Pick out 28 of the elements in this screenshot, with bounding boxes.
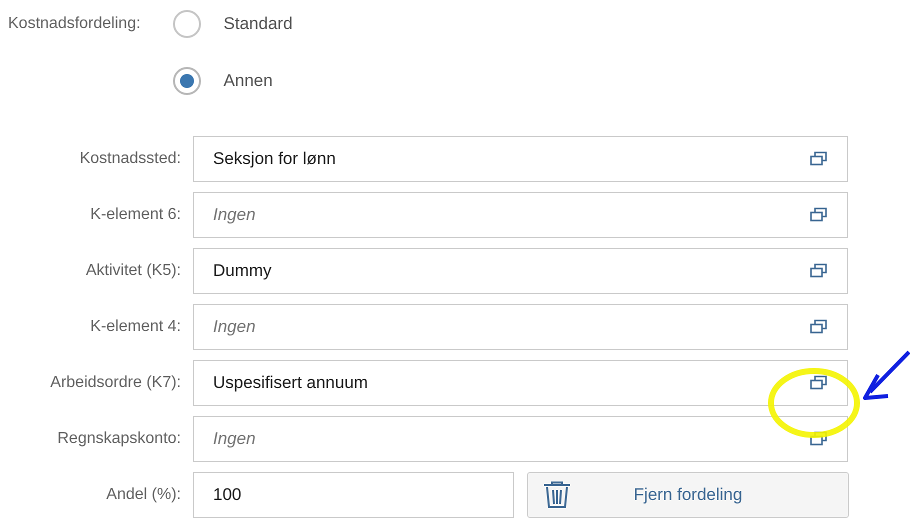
field-label: K-element 6:: [89, 206, 181, 224]
arrow-annotation: [863, 350, 910, 400]
value-help-icon[interactable]: [810, 319, 828, 335]
field-label: Andel (%):: [105, 486, 181, 504]
value-help-icon[interactable]: [810, 263, 828, 279]
value-help-icon[interactable]: [810, 151, 828, 167]
radio-label[interactable]: Standard: [224, 14, 293, 34]
field-label: Kostnadssted:: [78, 150, 181, 168]
radio-button[interactable]: [172, 67, 201, 95]
field-label: Kostnadsfordeling:: [7, 14, 141, 34]
radio-label[interactable]: Annen: [224, 71, 273, 91]
input-field[interactable]: Seksjon for lønn: [193, 136, 848, 182]
field-label: Aktivitet (K5):: [84, 262, 181, 280]
value-help-icon[interactable]: [810, 431, 828, 447]
value-help-icon[interactable]: [810, 375, 828, 391]
input-field[interactable]: Ingen: [193, 416, 848, 462]
radio-button[interactable]: [172, 10, 201, 38]
input-field[interactable]: Dummy: [193, 248, 848, 294]
field-label: K-element 4:: [89, 318, 181, 336]
field-label: Regnskapskonto:: [56, 430, 181, 448]
value-help-icon[interactable]: [810, 207, 828, 223]
remove-button[interactable]: Fjern fordeling: [527, 472, 849, 518]
input-field[interactable]: 100: [193, 472, 514, 518]
input-field[interactable]: Uspesifisert annuum: [193, 360, 848, 406]
input-field[interactable]: Ingen: [193, 192, 848, 238]
field-label: Arbeidsordre (K7):: [49, 374, 181, 392]
trash-icon: [542, 481, 572, 509]
input-field[interactable]: Ingen: [193, 304, 848, 350]
